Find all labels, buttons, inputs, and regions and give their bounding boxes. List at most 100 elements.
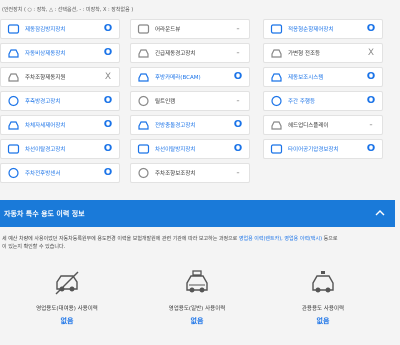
option-card: 어라운드뷰 - (130, 19, 250, 39)
option-card: 헤드업디스플레이 - (263, 115, 383, 135)
option-card: 차선이탈경고장치 O (0, 139, 120, 159)
option-card: 차선이탈방지장치 O (130, 139, 250, 159)
special-usage-history-header[interactable]: 자동차 특수 용도 이력 정보 (0, 200, 395, 227)
chevron-up-icon[interactable] (373, 206, 387, 220)
option-name: 적응형순항제어장치 (288, 27, 334, 33)
option-name: 제동보조시스템 (288, 75, 324, 81)
safety-options-grid: 제동잠김방지장치 O 자동비상제동장치 O 주차조향제동지원 X 후측방경고장치 O 차체자세제… (0, 19, 400, 185)
option-status: O (103, 47, 113, 58)
option-status: O (366, 143, 376, 154)
option-status: X (367, 47, 375, 58)
option-name: 주차조향제동지원 (25, 75, 66, 81)
option-name: 헤드업디스플레이 (288, 123, 329, 129)
forward-collision-icon (134, 118, 152, 132)
usage-item-rental: 영업용도(대여용) 사용이력 없음 (22, 268, 112, 326)
option-card: 자동비상제동장치 O (0, 43, 120, 63)
option-card: 차체자세제어장치 O (0, 115, 120, 135)
usage-notice: 세 예산 차량에 사용이었던 자동차등록원부에 용도변경 이력을 보험개발원에 … (2, 236, 338, 250)
tpms-icon (267, 142, 285, 156)
option-status: O (103, 119, 113, 130)
option-card: 주차전후방센서 O (0, 163, 120, 183)
taxi-icon (182, 268, 212, 298)
hud-icon (267, 118, 285, 132)
option-name: 전방충돌경고장치 (155, 123, 196, 129)
drl-icon (267, 94, 285, 108)
option-card: 릴트인캠 - (130, 91, 250, 111)
option-status: O (103, 143, 113, 154)
usage-label: 영업용도(대여용) 사용이력 (36, 306, 98, 312)
usage-label: 관용용도 사용이력 (301, 306, 345, 312)
option-status: X (104, 71, 112, 82)
option-card: 긴급제동경고장치 - (130, 43, 250, 63)
usage-history-section: 영업용도(대여용) 사용이력 없음 영업용도(일반) 사용이력 없음 관용용도 … (0, 268, 400, 345)
option-name: 자동비상제동장치 (25, 51, 66, 57)
option-status: - (236, 167, 240, 178)
lane-departure-icon (4, 142, 22, 156)
esc-icon (4, 118, 22, 132)
option-name: 주차조향보조장치 (155, 171, 196, 177)
option-name: 차체자세제어장치 (25, 123, 66, 129)
section-title: 자동차 특수 용도 이력 정보 (4, 209, 85, 218)
parking-steering-icon (134, 166, 152, 180)
option-card: 가변형 전조등 X (263, 43, 383, 63)
option-name: 어라운드뷰 (155, 27, 181, 33)
adaptive-headlamp-icon (267, 46, 285, 60)
option-card: 주차조향제동지원 X (0, 67, 120, 87)
auto-brake-icon (4, 46, 22, 60)
cruise-control-icon (267, 22, 285, 36)
option-name: 후측방경고장치 (25, 99, 61, 105)
usage-value: 없음 (60, 317, 74, 325)
option-name: 긴급제동경고장치 (155, 51, 196, 57)
usage-value: 없음 (190, 317, 204, 325)
option-name: 타이어공기압경보장치 (288, 147, 339, 153)
option-status: O (366, 71, 376, 82)
blind-spot-icon (4, 94, 22, 108)
usage-item-general: 영업용도(일반) 사용이력 없음 (152, 268, 242, 326)
option-name: 가변형 전조등 (288, 51, 321, 57)
option-name: 주간 주행등 (288, 99, 316, 105)
option-card: 주간 주행등 O (263, 91, 383, 111)
emergency-warning-icon (134, 46, 152, 60)
abs-icon (4, 22, 22, 36)
option-card: 제동잠김방지장치 O (0, 19, 120, 39)
option-status: O (366, 23, 376, 34)
option-status: - (236, 47, 240, 58)
usage-label: 영업용도(일반) 사용이력 (168, 306, 226, 312)
option-status: O (233, 143, 243, 154)
option-name: 차선이탈방지장치 (155, 147, 196, 153)
option-status: O (103, 23, 113, 34)
parking-sensor-icon (4, 166, 22, 180)
rear-camera-icon (134, 70, 152, 84)
option-card: 전방충돌경고장치 O (130, 115, 250, 135)
option-status: O (103, 167, 113, 178)
options-legend: (안전장치 ( ○ : 장착, △ : 선택옵션, - : 미장착, X : 장… (2, 7, 134, 13)
option-name: 차선이탈경고장치 (25, 147, 66, 153)
option-status: O (233, 71, 243, 82)
builtin-cam-icon (134, 94, 152, 108)
around-view-icon (134, 22, 152, 36)
option-status: O (103, 95, 113, 106)
option-status: O (233, 119, 243, 130)
usage-value: 없음 (316, 317, 330, 325)
option-status: O (366, 95, 376, 106)
option-card: 타이어공기압경보장치 O (263, 139, 383, 159)
rental-car-icon (52, 268, 82, 298)
lane-keeping-icon (134, 142, 152, 156)
usage-item-government: 관용용도 사용이력 없음 (278, 268, 368, 326)
parking-assist-icon (4, 70, 22, 84)
option-card: 주차조향보조장치 - (130, 163, 250, 183)
option-name: 릴트인캠 (155, 99, 176, 105)
usage-history-link[interactable]: 영업용 이력(렌트카), 영업용 이력(택시) (239, 236, 322, 242)
brake-assist-icon (267, 70, 285, 84)
option-card: 후측방경고장치 O (0, 91, 120, 111)
government-car-icon (308, 268, 338, 298)
option-name: 후방카메라(BCAM) (155, 75, 201, 81)
option-card: 적응형순항제어장치 O (263, 19, 383, 39)
option-status: - (236, 23, 240, 34)
option-name: 주차전후방센서 (25, 171, 61, 177)
option-card: 제동보조시스템 O (263, 67, 383, 87)
option-status: - (236, 95, 240, 106)
option-name: 제동잠김방지장치 (25, 27, 66, 33)
option-status: - (369, 119, 373, 130)
option-card: 후방카메라(BCAM) O (130, 67, 250, 87)
